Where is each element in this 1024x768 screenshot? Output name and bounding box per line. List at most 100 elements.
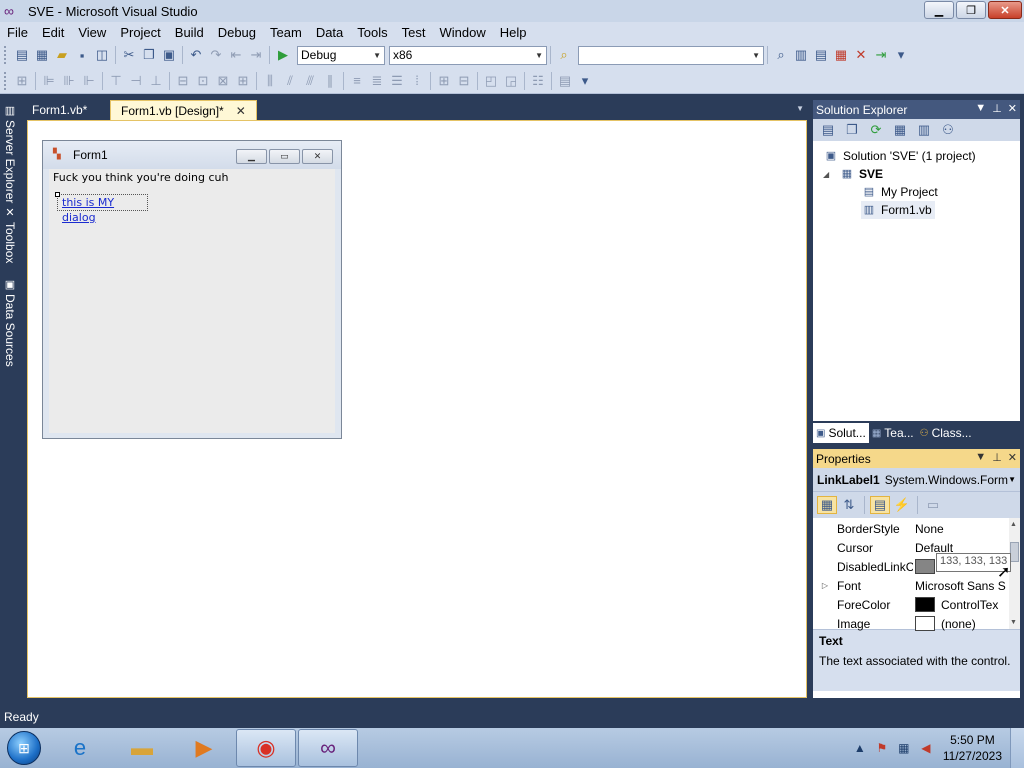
undo-icon[interactable]: ↶ <box>186 46 206 64</box>
make-same-height-icon[interactable]: ⊠ <box>213 72 233 90</box>
align-centers-icon[interactable]: ⊪ <box>59 72 79 90</box>
toolbox-icon[interactable]: ✕ <box>851 46 871 64</box>
media-player-icon[interactable]: ▶ <box>174 729 234 767</box>
menu-help[interactable]: Help <box>493 25 534 40</box>
toolbar-options-icon[interactable]: ▾ <box>575 72 595 90</box>
find-combo[interactable]: ▼ <box>578 45 764 65</box>
property-value[interactable]: ControlTex <box>913 597 1009 612</box>
clock[interactable]: 5:50 PM 11/27/2023 <box>943 732 1002 764</box>
find-in-files-icon[interactable]: ⌕ <box>554 46 574 64</box>
save-icon[interactable]: ▪ <box>72 46 92 64</box>
refresh-icon[interactable]: ⟳ <box>865 121 887 139</box>
alphabetical-icon[interactable]: ⇅ <box>839 496 859 514</box>
properties-view-icon[interactable]: ▤ <box>870 496 890 514</box>
paste-icon[interactable]: ▣ <box>159 46 179 64</box>
property-value[interactable]: None <box>913 522 1009 536</box>
menu-data[interactable]: Data <box>309 25 350 40</box>
start-debugging-icon[interactable]: ▶ <box>273 46 293 64</box>
menu-tools[interactable]: Tools <box>350 25 394 40</box>
property-row-forecolor[interactable]: ForeColor ControlTex <box>813 595 1009 614</box>
tree-my-project-node[interactable]: ▤ My Project <box>861 183 938 201</box>
horizontal-spacing-equal-icon[interactable]: ⫼ <box>260 72 280 90</box>
menu-build[interactable]: Build <box>168 25 211 40</box>
events-icon[interactable]: ⚡ <box>892 496 912 514</box>
tree-project-node[interactable]: ◢ ▦ SVE <box>823 165 883 183</box>
menu-view[interactable]: View <box>71 25 113 40</box>
expand-icon[interactable]: ▷ <box>813 581 837 590</box>
menu-project[interactable]: Project <box>113 25 167 40</box>
form1-titlebar[interactable]: ▚ Form1 ▁ ▭ ✕ <box>43 141 341 169</box>
find-icon[interactable]: ⌕ <box>771 46 791 64</box>
show-all-files-icon[interactable]: ❐ <box>841 121 863 139</box>
property-row-image[interactable]: Image (none) <box>813 614 1009 633</box>
align-to-grid-icon[interactable]: ⊞ <box>12 72 32 90</box>
toolbar-options-icon[interactable]: ▾ <box>891 46 911 64</box>
tab-team-explorer[interactable]: ▦ Tea... <box>869 423 917 443</box>
start-button[interactable]: ⊞ <box>0 728 48 768</box>
property-value[interactable]: Microsoft Sans S <box>913 579 1009 593</box>
vertical-spacing-increase-icon[interactable]: ≣ <box>367 72 387 90</box>
tab-form1-design[interactable]: Form1.vb [Design]* ✕ <box>110 100 257 120</box>
align-bottoms-icon[interactable]: ⊥ <box>146 72 166 90</box>
show-hidden-icons-icon[interactable]: ▲ <box>849 737 871 759</box>
property-pages-icon[interactable]: ▭ <box>923 496 943 514</box>
bring-to-front-icon[interactable]: ◰ <box>481 72 501 90</box>
menu-file[interactable]: File <box>0 25 35 40</box>
view-code-icon[interactable]: ▦ <box>889 121 911 139</box>
pin-icon[interactable]: ⊥ <box>992 451 1002 464</box>
tab-order-icon[interactable]: ☷ <box>528 72 548 90</box>
lock-controls-icon[interactable]: ▤ <box>555 72 575 90</box>
toolbar-grip[interactable] <box>4 46 8 64</box>
visual-studio-icon[interactable]: ∞ <box>298 729 358 767</box>
network-icon[interactable]: ▦ <box>893 737 915 759</box>
new-project-icon[interactable]: ▤ <box>12 46 32 64</box>
form-minimize-button[interactable]: ▁ <box>236 149 267 164</box>
window-position-icon[interactable]: ▼ <box>975 102 986 115</box>
server-explorer-tab[interactable]: ▥ Server Explorer <box>0 102 20 203</box>
solution-config-dropdown[interactable]: Debug ▼ <box>297 45 385 65</box>
properties-window-icon[interactable]: ▤ <box>811 46 831 64</box>
tab-form1-code[interactable]: Form1.vb* <box>22 100 97 120</box>
maximize-button[interactable]: ❐ <box>956 1 986 19</box>
menu-team[interactable]: Team <box>263 25 309 40</box>
action-center-icon[interactable]: ⚑ <box>871 737 893 759</box>
linklabel1[interactable]: this is MY dialog <box>55 192 148 224</box>
close-icon[interactable]: ✕ <box>1008 102 1017 115</box>
collapse-icon[interactable]: ◢ <box>823 170 833 179</box>
form1-window[interactable]: ▚ Form1 ▁ ▭ ✕ Fuck you think you're doin… <box>42 140 342 439</box>
center-horizontally-icon[interactable]: ⊞ <box>434 72 454 90</box>
menu-edit[interactable]: Edit <box>35 25 71 40</box>
properties-icon[interactable]: ▤ <box>817 121 839 139</box>
object-selector[interactable]: LinkLabel1 System.Windows.Form ▼ <box>813 468 1020 492</box>
view-designer-icon[interactable]: ▥ <box>913 121 935 139</box>
scroll-down-icon[interactable]: ▼ <box>1010 619 1017 626</box>
navigate-forward-icon[interactable]: ⇥ <box>246 46 266 64</box>
window-position-icon[interactable]: ▼ <box>975 451 986 464</box>
menu-debug[interactable]: Debug <box>211 25 263 40</box>
property-row-font[interactable]: ▷ Font Microsoft Sans S <box>813 576 1009 595</box>
label1[interactable]: Fuck you think you're doing cuh <box>53 171 229 184</box>
property-grid-scrollbar[interactable]: ▲ ▼ <box>1009 518 1020 629</box>
menu-test[interactable]: Test <box>395 25 433 40</box>
form1-client-area[interactable]: Fuck you think you're doing cuh this is … <box>49 169 335 433</box>
start-page-icon[interactable]: ⇥ <box>871 46 891 64</box>
selection-grab-handle[interactable] <box>55 192 60 197</box>
active-files-dropdown-icon[interactable]: ▼ <box>796 104 804 113</box>
navigate-backward-icon[interactable]: ⇤ <box>226 46 246 64</box>
align-rights-icon[interactable]: ⊩ <box>79 72 99 90</box>
vertical-spacing-equal-icon[interactable]: ≡ <box>347 72 367 90</box>
volume-muted-icon[interactable]: ◀ <box>915 737 937 759</box>
close-icon[interactable]: ✕ <box>1008 451 1017 464</box>
form-designer-surface[interactable]: ▚ Form1 ▁ ▭ ✕ Fuck you think you're doin… <box>27 120 807 698</box>
scroll-up-icon[interactable]: ▲ <box>1010 521 1017 528</box>
align-tops-icon[interactable]: ⊤ <box>106 72 126 90</box>
save-all-icon[interactable]: ◫ <box>92 46 112 64</box>
vertical-spacing-decrease-icon[interactable]: ☰ <box>387 72 407 90</box>
properties-header[interactable]: Properties ▼ ⊥ ✕ <box>813 449 1020 468</box>
send-to-back-icon[interactable]: ◲ <box>501 72 521 90</box>
size-to-grid-icon[interactable]: ⊡ <box>193 72 213 90</box>
make-same-size-icon[interactable]: ⊞ <box>233 72 253 90</box>
center-vertically-icon[interactable]: ⊟ <box>454 72 474 90</box>
close-button[interactable]: ✕ <box>988 1 1022 19</box>
copy-icon[interactable]: ❐ <box>139 46 159 64</box>
